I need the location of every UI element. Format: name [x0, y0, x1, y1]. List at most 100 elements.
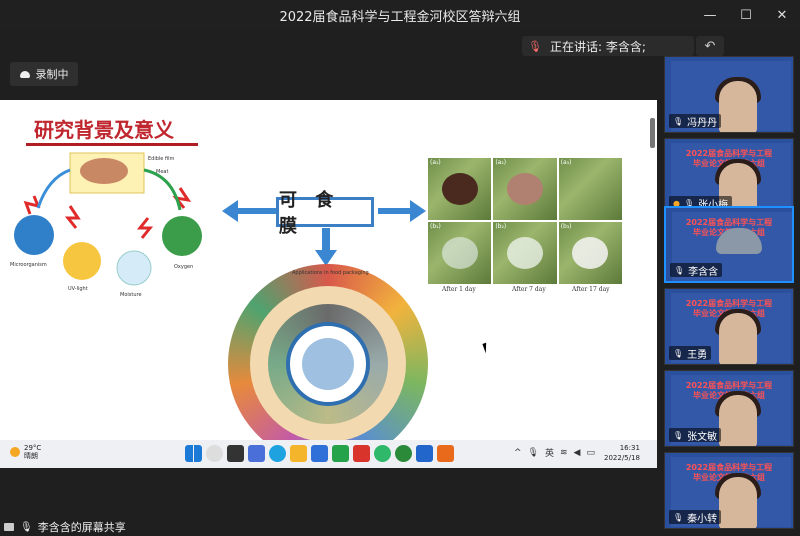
shared-taskbar: 29°C 晴朗 ^ 🎙 英 ≋ ◀ ▭ 16:31 2022/5/18: [0, 440, 657, 468]
edible-film-label: 可 食 膜: [276, 190, 374, 237]
clock-date: 2022/5/18: [604, 454, 640, 462]
avatar: [719, 395, 757, 446]
tile-slide-line: 2022届食品科学与工程: [685, 463, 773, 472]
screen-share-footer: 🎙 李含含的屏幕共享: [0, 518, 657, 536]
screen-share-icon: [4, 523, 14, 531]
spoilage-diagram: Edible film Meat Microorganism UV-light …: [10, 152, 202, 298]
maximize-icon[interactable]: ☐: [728, 0, 764, 30]
arrow-left-icon: [222, 200, 238, 222]
participant-tile[interactable]: 2022届食品科学与工程毕业论文答辩第六组 🎙秦小转: [664, 452, 794, 529]
participant-name-tag: 🎙 王勇: [669, 346, 712, 361]
lightning-icon: [23, 195, 41, 215]
file-explorer-icon[interactable]: [290, 445, 307, 462]
back-arrow-icon: ↶: [704, 38, 716, 54]
participant-name-tag: 🎙 冯丹丹: [669, 114, 722, 129]
wheel-label: Applications in food packaging: [292, 270, 369, 276]
weather-widget[interactable]: 29°C 晴朗: [10, 444, 41, 460]
mic-icon: 🎙: [673, 430, 684, 440]
mic-tray-icon[interactable]: 🎙: [528, 448, 539, 458]
recording-badge[interactable]: 录制中: [10, 62, 78, 86]
participant-tile[interactable]: 🎙 冯丹丹: [664, 56, 794, 133]
microorganism-image: [14, 215, 54, 255]
green-app-icon[interactable]: [332, 445, 349, 462]
mic-icon: 🎙: [20, 521, 33, 533]
windows-start-icon[interactable]: [185, 445, 202, 462]
wps-icon[interactable]: [353, 445, 370, 462]
language-indicator[interactable]: 英: [545, 446, 554, 459]
sample-image: [506, 237, 543, 269]
sample-image: [572, 237, 609, 269]
photo-tag: (a₂): [495, 159, 507, 166]
participants-panel: 🎙冯丹丹 2022届食品科学与工程毕业论文答辩第六组 ●🎙张小梅 2022届食品…: [664, 56, 800, 536]
chat-icon[interactable]: [374, 445, 391, 462]
mouse-cursor-icon: [482, 342, 490, 354]
tile-slide-line: 2022届食品科学与工程: [685, 381, 773, 390]
recording-label: 录制中: [35, 68, 69, 81]
oxygen-image: [162, 216, 202, 256]
chevron-up-icon[interactable]: ^: [514, 448, 522, 458]
clock-time: 16:31: [619, 444, 640, 452]
wechat-icon[interactable]: [395, 445, 412, 462]
meeting-icon[interactable]: [416, 445, 433, 462]
task-view-icon[interactable]: [227, 445, 244, 462]
window-title: 2022届食品科学与工程金河校区答辩六组: [279, 9, 521, 25]
tile-slide-line: 2022届食品科学与工程: [685, 149, 773, 158]
arrow-left-shaft: [232, 208, 276, 214]
tile-slide-line: 2022届食品科学与工程: [685, 218, 773, 227]
wheel-center: [302, 338, 354, 390]
lightning-icon: [136, 217, 154, 239]
photo-tag: (b₂): [495, 223, 507, 230]
photo-a1: (a₁): [428, 158, 492, 220]
volume-icon[interactable]: ◀: [574, 448, 581, 458]
arrow-icon: [143, 168, 182, 211]
participant-name: 冯丹丹: [687, 117, 718, 129]
participant-tile[interactable]: 2022届食品科学与工程毕业论文答辩第六组 🎙王勇: [664, 288, 794, 365]
caption-day1: After 1 day: [442, 286, 476, 293]
avatar: [719, 313, 757, 364]
sample-image: [441, 237, 478, 269]
screen-share-label: 李含含的屏幕共享: [37, 521, 126, 534]
caption-day17: After 17 day: [572, 286, 610, 293]
label-edible-film: Edible film: [148, 156, 174, 162]
label-microorganism: Microorganism: [10, 262, 47, 268]
participant-name: 张文敏: [687, 431, 718, 443]
cloud-icon: [19, 70, 30, 78]
edge-icon[interactable]: [269, 445, 286, 462]
system-tray: ^ 🎙 英 ≋ ◀ ▭: [514, 446, 595, 460]
battery-icon[interactable]: ▭: [586, 448, 595, 458]
media-icon[interactable]: [437, 445, 454, 462]
window-controls: — ☐ ✕: [692, 0, 800, 30]
mic-icon: 🎙: [674, 265, 685, 275]
temperature: 29°C: [24, 444, 42, 452]
close-icon[interactable]: ✕: [764, 0, 800, 30]
scrollbar[interactable]: [650, 118, 655, 148]
participant-tile-active[interactable]: 2022届食品科学与工程毕业论文答辩第六组 🎙李含含: [664, 206, 794, 283]
avatar: [719, 81, 757, 132]
uv-light-image: [63, 242, 101, 280]
photo-b1: (b₁): [428, 222, 492, 284]
meat-image: [80, 158, 128, 184]
mic-icon: 🎙: [673, 116, 684, 126]
title-bar: 2022届食品科学与工程金河校区答辩六组 — ☐ ✕: [0, 0, 800, 30]
clock[interactable]: 16:31 2022/5/18: [604, 443, 640, 463]
participant-tile[interactable]: 2022届食品科学与工程毕业论文答辩第六组 ●🎙张小梅: [664, 138, 794, 215]
store-icon[interactable]: [311, 445, 328, 462]
taskbar-icons: [185, 445, 454, 462]
speaking-indicator: 🎙 正在讲话: 李含含;: [522, 36, 694, 56]
speaking-label: 正在讲话: 李含含;: [549, 39, 646, 54]
wifi-icon[interactable]: ≋: [560, 448, 568, 458]
participant-name-tag: 🎙 李含含: [670, 263, 723, 278]
mail-icon[interactable]: [248, 445, 265, 462]
participant-name: 秦小转: [687, 513, 718, 525]
slide-title: 研究背景及意义: [34, 118, 174, 142]
tile-slide-line: 2022届食品科学与工程: [685, 299, 773, 308]
avatar: [719, 477, 757, 528]
participant-tile[interactable]: 2022届食品科学与工程毕业论文答辩第六组 🎙张文敏: [664, 370, 794, 447]
search-icon[interactable]: [206, 445, 223, 462]
back-button[interactable]: ↶: [696, 36, 724, 56]
label-oxygen: Oxygen: [174, 264, 193, 270]
shared-screen: 研究背景及意义 Edible film Meat Microorganism U…: [0, 100, 657, 440]
photo-tag: (b₃): [560, 223, 572, 230]
sun-icon: [10, 447, 20, 457]
minimize-icon[interactable]: —: [692, 0, 728, 30]
